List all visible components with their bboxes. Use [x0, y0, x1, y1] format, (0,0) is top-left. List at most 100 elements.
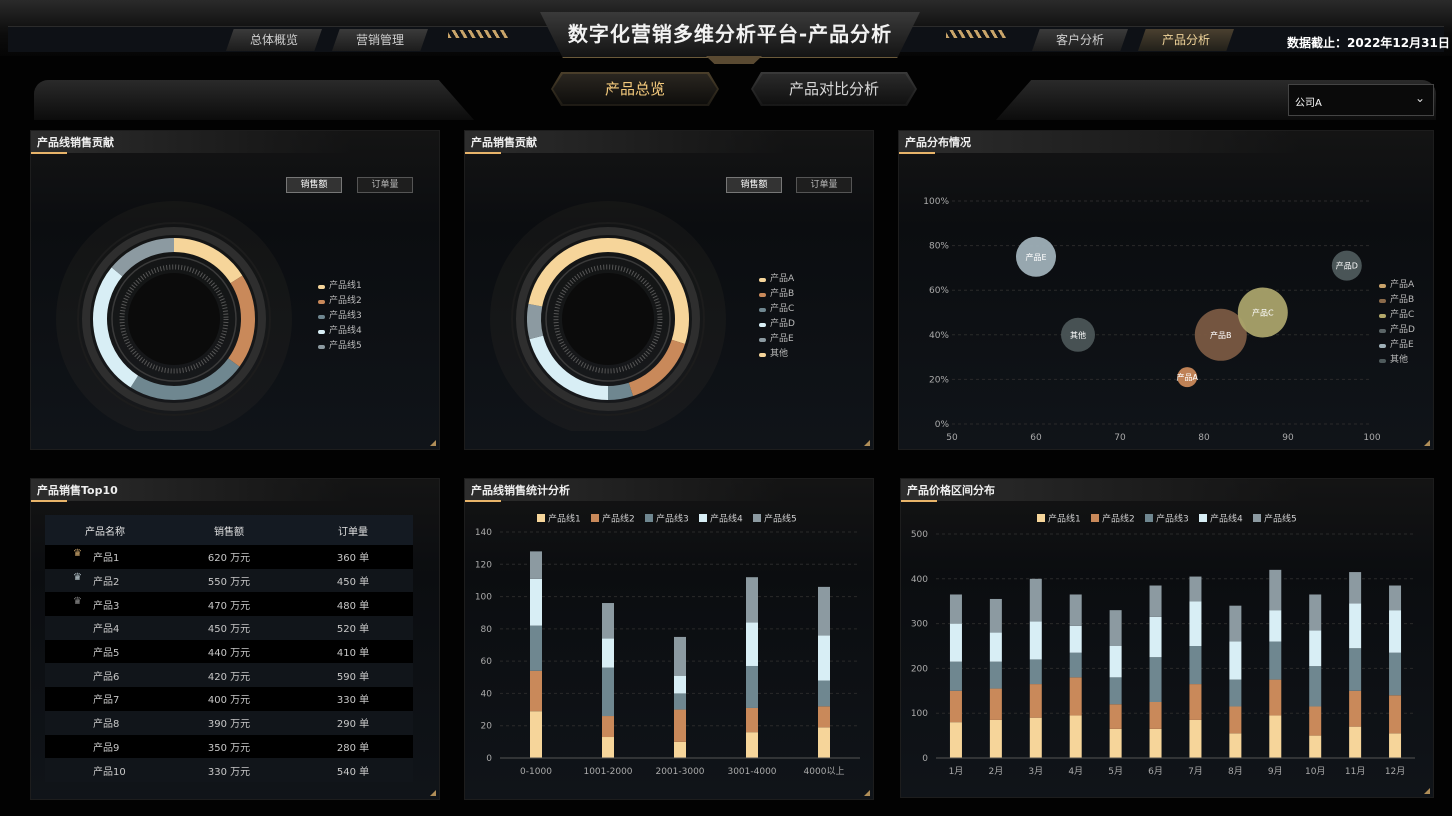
- bar-segment[interactable]: [1189, 719, 1202, 758]
- bar-segment[interactable]: [818, 706, 830, 728]
- bar-segment[interactable]: [818, 635, 830, 681]
- bar-segment[interactable]: [674, 741, 686, 758]
- nav-tab-overview[interactable]: 总体概览: [226, 29, 322, 51]
- bar-segment[interactable]: [1109, 646, 1122, 678]
- bar-segment[interactable]: [1069, 715, 1082, 758]
- legend-item[interactable]: 产品A: [759, 272, 795, 287]
- table-row[interactable]: 产品4 450 万元 520 单: [45, 616, 413, 640]
- legend-item[interactable]: 产品线2: [318, 294, 362, 309]
- table-row[interactable]: ♛ 产品1 620 万元 360 单: [45, 545, 413, 569]
- bar-segment[interactable]: [1269, 569, 1282, 611]
- legend-item[interactable]: 产品E: [1379, 338, 1415, 353]
- table-row[interactable]: 产品10 330 万元 540 单: [45, 758, 413, 782]
- nav-tab-customer[interactable]: 客户分析: [1032, 29, 1128, 51]
- bar-segment[interactable]: [1029, 659, 1042, 685]
- bar-segment[interactable]: [674, 675, 686, 694]
- bar-segment[interactable]: [1229, 706, 1242, 734]
- bar-segment[interactable]: [602, 667, 614, 717]
- tab-product-overview[interactable]: ‹ 产品总览 ›: [551, 72, 719, 106]
- donut-slice[interactable]: [527, 303, 544, 340]
- bar-segment[interactable]: [1389, 733, 1402, 758]
- legend-item[interactable]: 产品C: [759, 302, 795, 317]
- bar-segment[interactable]: [1309, 630, 1322, 667]
- bar-segment[interactable]: [530, 670, 542, 712]
- donut-slice[interactable]: [607, 382, 634, 400]
- bar-segment[interactable]: [746, 577, 758, 623]
- bar-segment[interactable]: [1229, 733, 1242, 758]
- bar-segment[interactable]: [530, 711, 542, 758]
- bar-segment[interactable]: [989, 719, 1002, 758]
- bar-segment[interactable]: [1149, 728, 1162, 758]
- table-row[interactable]: 产品5 440 万元 410 单: [45, 639, 413, 664]
- bar-segment[interactable]: [1069, 652, 1082, 678]
- bar-segment[interactable]: [818, 586, 830, 636]
- bar-segment[interactable]: [674, 709, 686, 742]
- tab-product-compare[interactable]: 产品对比分析: [751, 72, 917, 106]
- table-row[interactable]: 产品7 400 万元 330 单: [45, 687, 413, 711]
- legend-item[interactable]: 其他: [1379, 353, 1415, 368]
- bar-segment[interactable]: [989, 598, 1002, 633]
- legend-item[interactable]: 产品D: [759, 317, 795, 332]
- bar-segment[interactable]: [1069, 677, 1082, 716]
- toggle-orders[interactable]: 订单量: [796, 177, 852, 193]
- table-row[interactable]: ♛ 产品2 550 万元 450 单: [45, 568, 413, 593]
- bar-segment[interactable]: [1269, 641, 1282, 680]
- legend-item[interactable]: 产品D: [1379, 323, 1415, 338]
- bar-segment[interactable]: [1189, 684, 1202, 720]
- bar-segment[interactable]: [1349, 603, 1362, 649]
- legend-item[interactable]: 产品E: [759, 332, 795, 347]
- legend-item[interactable]: 产品B: [1379, 293, 1415, 308]
- bar-segment[interactable]: [1349, 690, 1362, 727]
- bar-segment[interactable]: [1229, 605, 1242, 642]
- bar-segment[interactable]: [530, 551, 542, 579]
- bar-segment[interactable]: [949, 623, 962, 662]
- bar-segment[interactable]: [818, 680, 830, 707]
- bar-segment[interactable]: [1309, 735, 1322, 758]
- table-row[interactable]: ♛ 产品3 470 万元 480 单: [45, 592, 413, 617]
- bar-segment[interactable]: [989, 688, 1002, 720]
- nav-tab-product[interactable]: 产品分析: [1138, 29, 1234, 51]
- bar-segment[interactable]: [602, 603, 614, 639]
- bar-segment[interactable]: [989, 632, 1002, 662]
- bar-segment[interactable]: [949, 690, 962, 723]
- bar-segment[interactable]: [1349, 648, 1362, 691]
- bar-segment[interactable]: [1229, 641, 1242, 680]
- bar-segment[interactable]: [1269, 679, 1282, 716]
- bar-segment[interactable]: [602, 638, 614, 668]
- bar-segment[interactable]: [1389, 585, 1402, 611]
- bar-segment[interactable]: [1229, 679, 1242, 707]
- table-row[interactable]: 产品8 390 万元 290 单: [45, 710, 413, 735]
- bar-segment[interactable]: [1349, 572, 1362, 604]
- bar-segment[interactable]: [1309, 594, 1322, 631]
- bar-segment[interactable]: [949, 722, 962, 758]
- bar-segment[interactable]: [746, 665, 758, 708]
- bar-segment[interactable]: [602, 737, 614, 758]
- bar-segment[interactable]: [1269, 610, 1282, 642]
- bar-segment[interactable]: [1029, 621, 1042, 660]
- bar-segment[interactable]: [1149, 585, 1162, 617]
- legend-item[interactable]: 产品线4: [318, 324, 362, 339]
- bar-segment[interactable]: [1149, 702, 1162, 729]
- nav-tab-marketing[interactable]: 营销管理: [332, 29, 428, 51]
- bar-segment[interactable]: [746, 732, 758, 758]
- bar-segment[interactable]: [949, 661, 962, 691]
- table-row[interactable]: 产品9 350 万元 280 单: [45, 734, 413, 759]
- bar-segment[interactable]: [1389, 652, 1402, 696]
- legend-item[interactable]: 产品B: [759, 287, 795, 302]
- legend-item[interactable]: 其他: [759, 347, 795, 362]
- bar-segment[interactable]: [1069, 594, 1082, 626]
- bar-segment[interactable]: [1109, 728, 1122, 758]
- bar-segment[interactable]: [1029, 578, 1042, 622]
- bar-segment[interactable]: [1389, 695, 1402, 734]
- legend-item[interactable]: 产品C: [1379, 308, 1415, 323]
- bar-segment[interactable]: [674, 693, 686, 710]
- bar-segment[interactable]: [1149, 657, 1162, 702]
- company-select[interactable]: 公司A ⌄: [1288, 84, 1434, 116]
- bar-segment[interactable]: [1029, 717, 1042, 758]
- legend-item[interactable]: 产品线3: [318, 309, 362, 324]
- bar-segment[interactable]: [1109, 610, 1122, 646]
- toggle-orders[interactable]: 订单量: [357, 177, 413, 193]
- bar-segment[interactable]: [674, 636, 686, 676]
- legend-item[interactable]: 产品线1: [318, 279, 362, 294]
- bar-segment[interactable]: [746, 707, 758, 733]
